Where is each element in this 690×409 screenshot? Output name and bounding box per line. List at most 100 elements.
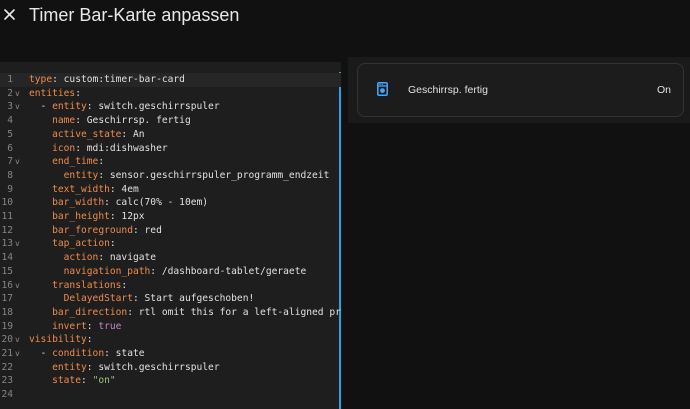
entity-name: Geschirrsp. fertig — [408, 84, 488, 96]
line-number: 19 — [1, 320, 13, 332]
line-number: 12 — [1, 224, 13, 236]
code-token: true — [98, 320, 122, 332]
code-text: text_width: 4em — [29, 183, 139, 197]
code-token: invert — [52, 320, 87, 332]
code-line[interactable]: 5 active_state: An — [0, 128, 341, 142]
line-number: 3 — [7, 101, 13, 113]
code-token: text_width — [52, 183, 110, 195]
fold-toggle-icon[interactable]: v — [15, 100, 20, 114]
code-text: - entity: switch.geschirrspuler — [29, 100, 220, 114]
code-line[interactable]: 9 text_width: 4em — [0, 183, 341, 197]
code-line[interactable]: 22 entity: switch.geschirrspuler — [0, 361, 341, 375]
line-number: 5 — [7, 128, 13, 140]
code-line[interactable]: 19 invert: true — [0, 320, 341, 334]
code-line[interactable]: 21 v - condition: state — [0, 347, 341, 361]
code-line[interactable]: 16 v translations: — [0, 279, 341, 293]
fold-toggle-icon[interactable]: v — [15, 155, 20, 169]
code-line[interactable]: 2 v entities: — [0, 87, 341, 101]
fold-toggle-icon[interactable]: v — [15, 237, 20, 251]
code-token: entity — [63, 169, 99, 181]
code-text: state: "on" — [29, 374, 116, 388]
line-number: 22 — [1, 361, 13, 373]
fold-toggle-icon[interactable]: v — [15, 347, 20, 361]
dialog-title: Timer Bar-Karte anpassen — [29, 5, 240, 25]
code-line[interactable]: 10 bar_width: calc(70% - 10em) — [0, 196, 341, 210]
code-text: visibility: — [29, 333, 93, 347]
code-token: navigation_path — [63, 265, 151, 277]
code-text: entity: sensor.geschirrspuler_programm_e… — [29, 169, 330, 183]
code-token: end_time — [52, 156, 99, 168]
fold-toggle-icon[interactable]: v — [15, 87, 20, 101]
code-token: entity — [52, 361, 87, 373]
code-line[interactable]: 17 DelayedStart: Start aufgeschoben! — [0, 292, 341, 306]
line-number: 17 — [1, 293, 13, 305]
code-token: type — [29, 74, 53, 85]
code-line[interactable]: 11 bar_height: 12px — [0, 210, 341, 224]
dialog-header: Timer Bar-Karte anpassen — [0, 0, 690, 30]
line-number: 11 — [1, 211, 13, 222]
code-token: entity — [52, 101, 87, 113]
line-number: 8 — [7, 169, 13, 181]
code-text: tap_action: — [29, 237, 116, 251]
code-text: action: navigate — [29, 251, 156, 265]
code-line[interactable]: 20 v visibility: — [0, 333, 341, 347]
code-text: entity: switch.geschirrspuler — [29, 361, 220, 375]
code-token: active_state — [52, 128, 122, 140]
code-line[interactable]: 12 bar_foreground: red — [0, 224, 341, 238]
code-token: : 12px — [109, 211, 145, 222]
code-token: translations — [52, 279, 122, 291]
code-token: "on" — [92, 375, 116, 387]
line-number: 7 — [7, 156, 13, 168]
code-line[interactable]: 24 — [0, 388, 341, 402]
line-number: 13 — [1, 238, 13, 250]
code-token: action — [63, 252, 99, 264]
code-token: : — [86, 320, 99, 332]
code-line[interactable]: 6 icon: mdi:dishwasher — [0, 142, 341, 156]
code-token: : /dashboard-tablet/geraete — [150, 265, 307, 277]
code-text: DelayedStart: Start aufgeschoben! — [29, 292, 255, 306]
line-number: 9 — [7, 183, 13, 195]
timer-bar-card-preview[interactable]: Geschirrsp. fertig On — [357, 63, 684, 117]
code-token: : state — [104, 348, 145, 359]
line-number: 6 — [7, 142, 13, 154]
code-line[interactable]: 7v end_time: — [0, 155, 341, 169]
code-text: end_time: — [29, 155, 104, 169]
line-number: 14 — [1, 252, 13, 264]
code-line[interactable]: 4 name: Geschirrsp. fertig — [0, 114, 341, 128]
code-token: : Start aufgeschoben! — [132, 293, 255, 305]
code-token: icon — [52, 142, 76, 154]
code-line[interactable]: 15 navigation_path: /dashboard-tablet/ge… — [0, 265, 341, 279]
code-line[interactable]: 1 type: custom:timer-bar-card — [0, 73, 341, 87]
close-button[interactable] — [0, 2, 20, 26]
code-text: icon: mdi:dishwasher — [29, 142, 168, 156]
fold-toggle-icon[interactable]: v — [15, 333, 20, 347]
code-token: : — [109, 238, 116, 250]
code-text: bar_height: 12px — [29, 210, 145, 224]
code-token: DelayedStart — [63, 293, 133, 305]
code-text: entities: — [29, 87, 81, 101]
yaml-code-editor[interactable]: 1 type: custom:timer-bar-card 2 v entities: 3… — [0, 62, 341, 409]
fold-toggle-icon[interactable]: v — [15, 279, 20, 293]
code-line[interactable]: 3v - entity: switch.geschirrspuler — [0, 100, 341, 114]
code-token: : mdi:dishwasher — [75, 142, 168, 154]
code-line[interactable]: 23 state: "on" — [0, 374, 341, 388]
code-line[interactable]: 13 v tap_action: — [0, 237, 341, 251]
line-number: 1 — [7, 74, 13, 85]
line-number: 24 — [1, 389, 13, 401]
line-number: 15 — [1, 265, 13, 277]
code-line[interactable]: 18 bar_direction: rtl omit this for a le… — [0, 306, 341, 320]
code-line[interactable]: 8 entity: sensor.geschirrspuler_programm… — [0, 169, 341, 183]
line-number: 10 — [1, 197, 13, 209]
code-token: entities — [29, 87, 76, 99]
code-token: : — [98, 156, 105, 168]
code-line[interactable]: 14 action: navigate — [0, 251, 341, 265]
